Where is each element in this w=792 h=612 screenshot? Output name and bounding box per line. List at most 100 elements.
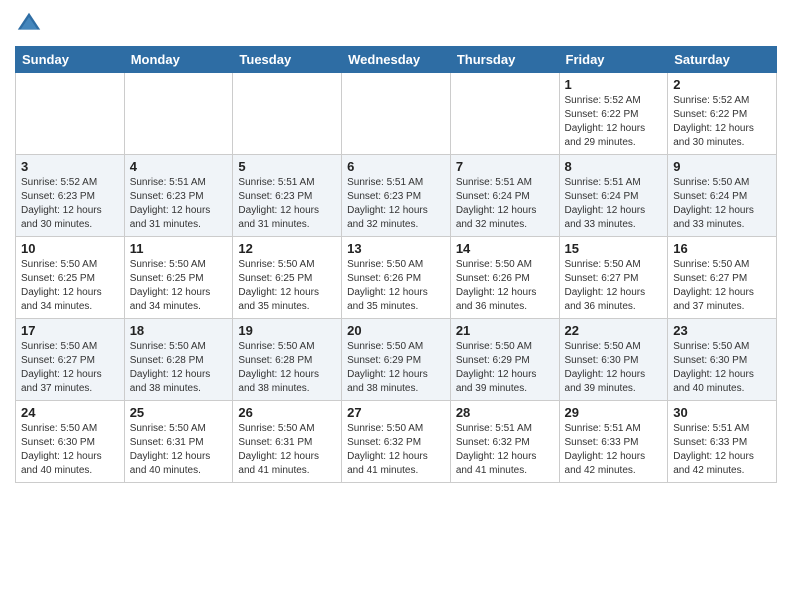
calendar-cell: 1 Sunrise: 5:52 AM Sunset: 6:22 PM Daylig… — [559, 73, 668, 155]
calendar-cell: 22Sunrise: 5:50 AM Sunset: 6:30 PM Dayli… — [559, 319, 668, 401]
calendar-cell: 10 Sunrise: 5:50 AM Sunset: 6:25 PM Dayli… — [16, 237, 125, 319]
day-info: Sunrise: 5:50 AM Sunset: 6:30 PM Dayligh… — [673, 340, 771, 396]
calendar-cell: 25 Sunrise: 5:50 AM Sunset: 6:31 PM Dayli… — [124, 401, 233, 483]
day-number: 5 — [238, 159, 336, 174]
calendar-cell: 17 Sunrise: 5:50 AM Sunset: 6:27 PM Dayli… — [16, 319, 125, 401]
weekday-header: Saturday — [668, 47, 777, 73]
calendar-cell: 20 Sunrise: 5:50 AM Sunset: 6:29 PM Dayli… — [342, 319, 451, 401]
day-info: Sunrise: 5:50 AM Sunset: 6:28 PM Dayligh… — [130, 340, 228, 396]
weekday-header: Monday — [124, 47, 233, 73]
day-number: 14 — [456, 241, 554, 256]
day-info: Sunrise: 5:50 AM Sunset: 6:25 PM Dayligh… — [21, 258, 119, 314]
day-number: 19 — [238, 323, 336, 338]
day-info: Sunrise: 5:50 AM Sunset: 6:32 PM Dayligh… — [347, 422, 445, 478]
day-info: Sunrise: 5:51 AM Sunset: 6:32 PM Dayligh… — [456, 422, 554, 478]
weekday-header: Wednesday — [342, 47, 451, 73]
day-info: Sunrise: 5:51 AM Sunset: 6:33 PM Dayligh… — [673, 422, 771, 478]
day-number: 8 — [565, 159, 663, 174]
calendar-header-row: SundayMondayTuesdayWednesdayThursdayFrid… — [16, 47, 777, 73]
day-number: 13 — [347, 241, 445, 256]
calendar-cell — [342, 73, 451, 155]
day-info: Sunrise: 5:50 AM Sunset: 6:31 PM Dayligh… — [238, 422, 336, 478]
day-number: 1 — [565, 77, 663, 92]
day-number: 27 — [347, 405, 445, 420]
weekday-header: Tuesday — [233, 47, 342, 73]
day-number: 10 — [21, 241, 119, 256]
day-info: Sunrise: 5:50 AM Sunset: 6:27 PM Dayligh… — [565, 258, 663, 314]
day-number: 28 — [456, 405, 554, 420]
calendar-cell: 29 Sunrise: 5:51 AM Sunset: 6:33 PM Dayli… — [559, 401, 668, 483]
calendar-cell — [233, 73, 342, 155]
day-info: Sunrise: 5:51 AM Sunset: 6:24 PM Dayligh… — [456, 176, 554, 232]
calendar: SundayMondayTuesdayWednesdayThursdayFrid… — [15, 46, 777, 483]
day-number: 29 — [565, 405, 663, 420]
calendar-week-row: 10 Sunrise: 5:50 AM Sunset: 6:25 PM Dayli… — [16, 237, 777, 319]
day-info: Sunrise: 5:52 AM Sunset: 6:23 PM Dayligh… — [21, 176, 119, 232]
day-number: 2 — [673, 77, 771, 92]
day-info: Sunrise: 5:51 AM Sunset: 6:23 PM Dayligh… — [130, 176, 228, 232]
calendar-cell: 4 Sunrise: 5:51 AM Sunset: 6:23 PM Daylig… — [124, 155, 233, 237]
logo — [15, 10, 47, 38]
day-info: Sunrise: 5:50 AM Sunset: 6:25 PM Dayligh… — [130, 258, 228, 314]
calendar-cell: 15 Sunrise: 5:50 AM Sunset: 6:27 PM Dayli… — [559, 237, 668, 319]
calendar-cell — [16, 73, 125, 155]
calendar-cell: 18 Sunrise: 5:50 AM Sunset: 6:28 PM Dayli… — [124, 319, 233, 401]
calendar-cell: 12 Sunrise: 5:50 AM Sunset: 6:25 PM Dayli… — [233, 237, 342, 319]
weekday-header: Thursday — [450, 47, 559, 73]
day-number: 7 — [456, 159, 554, 174]
day-number: 4 — [130, 159, 228, 174]
day-number: 15 — [565, 241, 663, 256]
day-info: Sunrise: 5:52 AM Sunset: 6:22 PM Dayligh… — [565, 94, 663, 150]
calendar-cell — [450, 73, 559, 155]
calendar-cell — [124, 73, 233, 155]
day-info: Sunrise: 5:52 AM Sunset: 6:22 PM Dayligh… — [673, 94, 771, 150]
day-number: 22 — [565, 323, 663, 338]
calendar-cell: 7 Sunrise: 5:51 AM Sunset: 6:24 PM Daylig… — [450, 155, 559, 237]
calendar-cell: 2 Sunrise: 5:52 AM Sunset: 6:22 PM Daylig… — [668, 73, 777, 155]
day-info: Sunrise: 5:50 AM Sunset: 6:24 PM Dayligh… — [673, 176, 771, 232]
day-number: 3 — [21, 159, 119, 174]
day-number: 18 — [130, 323, 228, 338]
day-info: Sunrise: 5:50 AM Sunset: 6:25 PM Dayligh… — [238, 258, 336, 314]
calendar-cell: 5Sunrise: 5:51 AM Sunset: 6:23 PM Daylig… — [233, 155, 342, 237]
day-info: Sunrise: 5:50 AM Sunset: 6:29 PM Dayligh… — [456, 340, 554, 396]
weekday-header: Sunday — [16, 47, 125, 73]
day-number: 23 — [673, 323, 771, 338]
calendar-cell: 30Sunrise: 5:51 AM Sunset: 6:33 PM Dayli… — [668, 401, 777, 483]
calendar-cell: 13 Sunrise: 5:50 AM Sunset: 6:26 PM Dayli… — [342, 237, 451, 319]
weekday-header: Friday — [559, 47, 668, 73]
calendar-week-row: 3 Sunrise: 5:52 AM Sunset: 6:23 PM Daylig… — [16, 155, 777, 237]
day-info: Sunrise: 5:50 AM Sunset: 6:31 PM Dayligh… — [130, 422, 228, 478]
calendar-cell: 11Sunrise: 5:50 AM Sunset: 6:25 PM Dayli… — [124, 237, 233, 319]
calendar-cell: 3 Sunrise: 5:52 AM Sunset: 6:23 PM Daylig… — [16, 155, 125, 237]
day-number: 17 — [21, 323, 119, 338]
day-number: 9 — [673, 159, 771, 174]
day-info: Sunrise: 5:50 AM Sunset: 6:28 PM Dayligh… — [238, 340, 336, 396]
calendar-week-row: 1 Sunrise: 5:52 AM Sunset: 6:22 PM Daylig… — [16, 73, 777, 155]
day-number: 12 — [238, 241, 336, 256]
logo-icon — [15, 10, 43, 38]
day-info: Sunrise: 5:51 AM Sunset: 6:33 PM Dayligh… — [565, 422, 663, 478]
day-info: Sunrise: 5:50 AM Sunset: 6:27 PM Dayligh… — [21, 340, 119, 396]
day-number: 20 — [347, 323, 445, 338]
page: SundayMondayTuesdayWednesdayThursdayFrid… — [0, 0, 792, 498]
day-number: 6 — [347, 159, 445, 174]
calendar-cell: 6Sunrise: 5:51 AM Sunset: 6:23 PM Daylig… — [342, 155, 451, 237]
calendar-cell: 14 Sunrise: 5:50 AM Sunset: 6:26 PM Dayli… — [450, 237, 559, 319]
calendar-week-row: 17 Sunrise: 5:50 AM Sunset: 6:27 PM Dayli… — [16, 319, 777, 401]
day-info: Sunrise: 5:51 AM Sunset: 6:24 PM Dayligh… — [565, 176, 663, 232]
day-info: Sunrise: 5:50 AM Sunset: 6:29 PM Dayligh… — [347, 340, 445, 396]
calendar-cell: 27 Sunrise: 5:50 AM Sunset: 6:32 PM Dayli… — [342, 401, 451, 483]
day-info: Sunrise: 5:50 AM Sunset: 6:27 PM Dayligh… — [673, 258, 771, 314]
day-info: Sunrise: 5:50 AM Sunset: 6:26 PM Dayligh… — [456, 258, 554, 314]
calendar-cell: 16Sunrise: 5:50 AM Sunset: 6:27 PM Dayli… — [668, 237, 777, 319]
calendar-cell: 21Sunrise: 5:50 AM Sunset: 6:29 PM Dayli… — [450, 319, 559, 401]
calendar-cell: 19 Sunrise: 5:50 AM Sunset: 6:28 PM Dayli… — [233, 319, 342, 401]
calendar-cell: 9 Sunrise: 5:50 AM Sunset: 6:24 PM Daylig… — [668, 155, 777, 237]
day-info: Sunrise: 5:50 AM Sunset: 6:26 PM Dayligh… — [347, 258, 445, 314]
day-number: 25 — [130, 405, 228, 420]
calendar-cell: 26Sunrise: 5:50 AM Sunset: 6:31 PM Dayli… — [233, 401, 342, 483]
calendar-cell: 8 Sunrise: 5:51 AM Sunset: 6:24 PM Daylig… — [559, 155, 668, 237]
calendar-cell: 24Sunrise: 5:50 AM Sunset: 6:30 PM Dayli… — [16, 401, 125, 483]
calendar-cell: 23 Sunrise: 5:50 AM Sunset: 6:30 PM Dayli… — [668, 319, 777, 401]
